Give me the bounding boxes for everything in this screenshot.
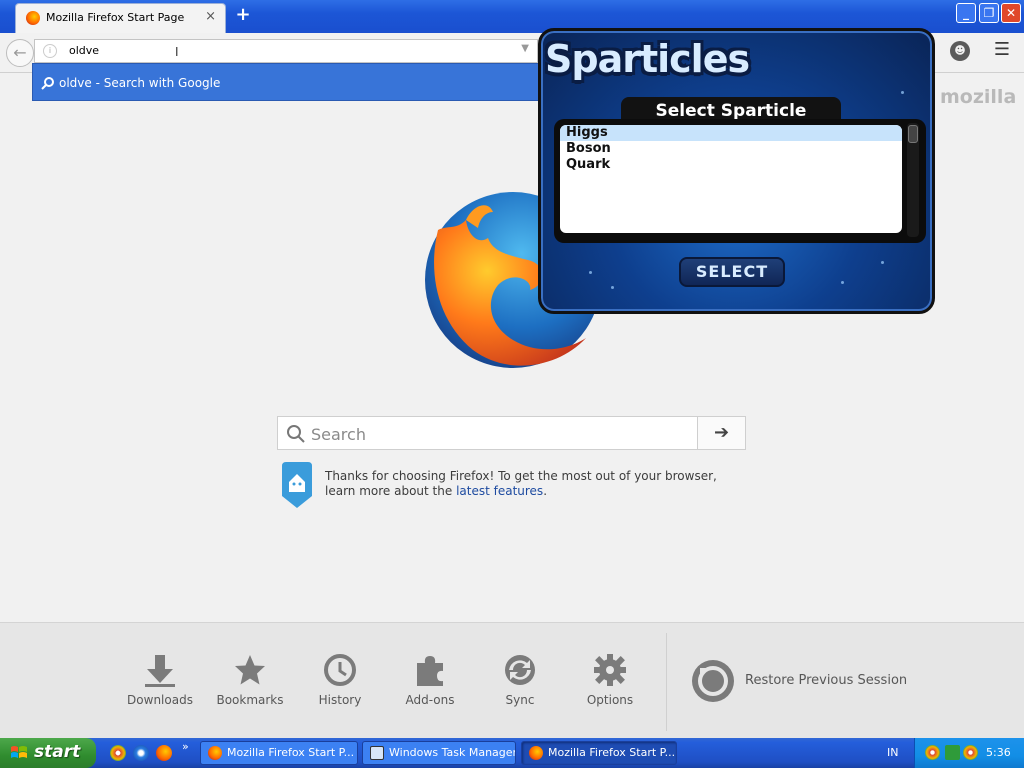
star-dot — [841, 281, 844, 284]
url-input-value[interactable]: oldve — [69, 44, 99, 57]
start-label: start — [34, 742, 81, 762]
tab-title: Mozilla Firefox Start Page — [46, 11, 185, 24]
launcher-label: Bookmarks — [216, 693, 284, 707]
firefox-icon[interactable] — [156, 745, 172, 761]
tab-firefox-start-page[interactable]: Mozilla Firefox Start Page × — [15, 3, 226, 33]
search-icon — [287, 425, 305, 443]
launcher-label: History — [318, 693, 362, 707]
launcher-options[interactable]: Options — [570, 653, 650, 707]
list-item[interactable]: Boson — [560, 141, 902, 157]
search-input[interactable]: Search — [277, 416, 698, 450]
firefox-icon — [26, 11, 40, 25]
taskbar-firefox-1[interactable]: Mozilla Firefox Start P... — [200, 741, 358, 765]
internet-explorer-icon[interactable] — [133, 745, 149, 761]
autocomplete-label: oldve - Search with Google — [59, 76, 221, 90]
star-dot — [611, 286, 614, 289]
hamburger-menu-button[interactable]: ☰ — [991, 41, 1013, 61]
restore-session-button[interactable]: Restore Previous Session — [690, 656, 1010, 706]
list-item[interactable]: Higgs — [560, 125, 902, 141]
task-label: Mozilla Firefox Start P... — [548, 746, 676, 759]
text-cursor-icon: I — [175, 45, 179, 59]
sparticle-list-frame: Higgs Boson Quark — [554, 119, 926, 243]
star-icon — [235, 655, 265, 685]
close-window-button[interactable]: ✕ — [1001, 3, 1021, 23]
system-tray: 5:36 — [914, 738, 1024, 768]
url-bar[interactable]: i oldve I ▼ — [34, 39, 538, 63]
maximize-button[interactable]: ❐ — [979, 3, 999, 23]
sparticles-logo: Sparticles — [545, 37, 750, 81]
taskbar-task-manager[interactable]: Windows Task Manager — [362, 741, 516, 765]
account-icon[interactable]: ☻ — [950, 41, 970, 61]
url-dropdown-icon[interactable]: ▼ — [521, 43, 529, 54]
taskbar-firefox-2[interactable]: Mozilla Firefox Start P... — [521, 741, 677, 765]
restore-session-label: Restore Previous Session — [745, 673, 908, 688]
launcher-label: Sync — [505, 693, 535, 707]
restore-icon — [692, 660, 734, 702]
launcher-history[interactable]: History — [300, 653, 380, 707]
launcher-label: Downloads — [127, 693, 193, 707]
sparticle-list[interactable]: Higgs Boson Quark — [560, 125, 902, 233]
sync-icon — [505, 655, 535, 685]
snippet-icon — [282, 462, 312, 508]
scrollbar-thumb[interactable] — [908, 125, 918, 143]
list-scrollbar[interactable] — [907, 123, 919, 237]
chrome-icon[interactable] — [110, 745, 126, 761]
select-button[interactable]: SELECT — [679, 257, 785, 287]
minimize-button[interactable]: _ — [956, 3, 976, 23]
launcher-addons[interactable]: Add-ons — [390, 653, 470, 707]
search-go-button[interactable]: ➔ — [697, 416, 746, 450]
gear-icon — [594, 654, 626, 686]
info-icon[interactable]: i — [43, 44, 57, 58]
quick-launch-more[interactable]: » — [182, 740, 189, 753]
sparticles-window: Sparticles Select Sparticle Higgs Boson … — [538, 28, 935, 314]
star-dot — [589, 271, 592, 274]
taskbar: start » Mozilla Firefox Start P... Windo… — [0, 738, 1024, 768]
tray-app-icon[interactable] — [945, 745, 960, 760]
mozilla-logo: mozilla — [940, 86, 1017, 108]
task-manager-icon — [370, 746, 384, 760]
launcher-label: Options — [586, 693, 634, 707]
start-button[interactable]: start — [0, 738, 96, 768]
list-item[interactable]: Quark — [560, 157, 902, 173]
download-icon — [145, 655, 175, 687]
new-tab-button[interactable]: + — [233, 5, 253, 25]
launcher-divider — [666, 633, 667, 731]
latest-features-link[interactable]: latest features — [456, 484, 543, 498]
tab-close-icon[interactable]: × — [205, 9, 216, 24]
chrome-tray-icon[interactable] — [925, 745, 940, 760]
task-label: Windows Task Manager — [389, 746, 516, 759]
windows-flag-icon — [11, 746, 27, 758]
firefox-icon — [208, 746, 222, 760]
clock: 5:36 — [986, 746, 1011, 759]
search-placeholder: Search — [311, 425, 366, 444]
snippet-text: Thanks for choosing Firefox! To get the … — [325, 469, 745, 499]
launcher-downloads[interactable]: Downloads — [120, 653, 200, 707]
launcher-bookmarks[interactable]: Bookmarks — [210, 653, 290, 707]
task-label: Mozilla Firefox Start P... — [227, 746, 355, 759]
back-button[interactable]: ← — [6, 39, 34, 67]
search-icon — [41, 77, 54, 90]
star-dot — [881, 261, 884, 264]
autocomplete-item[interactable]: oldve - Search with Google — [32, 63, 570, 101]
launcher-sync[interactable]: Sync — [480, 653, 560, 707]
puzzle-icon — [417, 656, 443, 686]
snippet-end: . — [543, 484, 548, 498]
language-indicator[interactable]: IN — [887, 746, 898, 759]
star-dot — [901, 91, 904, 94]
clock-icon — [324, 654, 356, 686]
launcher-bar: Downloads Bookmarks History Add-ons Sync… — [0, 622, 1024, 738]
firefox-icon — [529, 746, 543, 760]
launcher-label: Add-ons — [405, 693, 455, 707]
chrome-tray-icon[interactable] — [963, 745, 978, 760]
